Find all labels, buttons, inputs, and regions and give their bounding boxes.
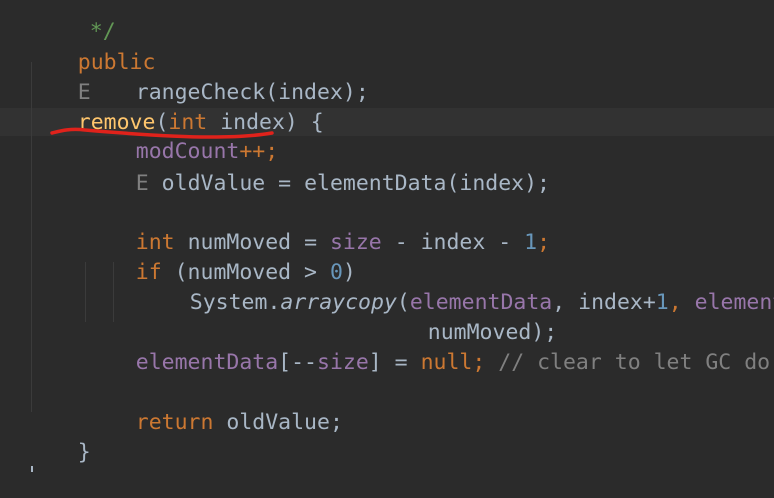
code-line: return oldValue; — [84, 378, 774, 435]
code-line: System.arraycopy(elementData, index+1, e… — [138, 258, 774, 315]
field-size: size — [317, 350, 369, 375]
range-check-call: rangeCheck(index); — [135, 80, 369, 105]
semicolon: ; — [472, 350, 486, 375]
code-line: */ — [38, 0, 774, 44]
code-text: [-- — [278, 350, 318, 375]
code-line: if (numMoved > 0) — [84, 228, 774, 285]
field-elementdata: elementData — [135, 350, 279, 375]
keyword-null: null — [420, 350, 473, 375]
code-editor[interactable]: */ public E remove(int index) { rangeChe… — [0, 0, 774, 476]
code-line: int numMoved = size - index - 1; — [84, 198, 774, 255]
partial-glyph — [31, 466, 39, 472]
code-line: public E remove(int index) { — [26, 18, 774, 135]
code-line: } — [26, 408, 774, 465]
code-line: rangeCheck(index); — [84, 48, 774, 105]
old-value-assignment: oldValue = elementData(index); — [148, 171, 551, 196]
code-text: ] = — [368, 350, 421, 375]
line-comment: // clear to let GC do — [485, 350, 771, 375]
closing-brace: } — [77, 440, 91, 465]
code-line: elementData[--size] = null; // clear to … — [84, 318, 774, 375]
code-line: E oldValue = elementData(index); — [84, 139, 774, 196]
code-line: numMoved); — [376, 288, 774, 345]
system-class: System. — [189, 290, 281, 315]
code-line: modCount++; — [84, 107, 774, 164]
type-e: E — [135, 171, 149, 196]
